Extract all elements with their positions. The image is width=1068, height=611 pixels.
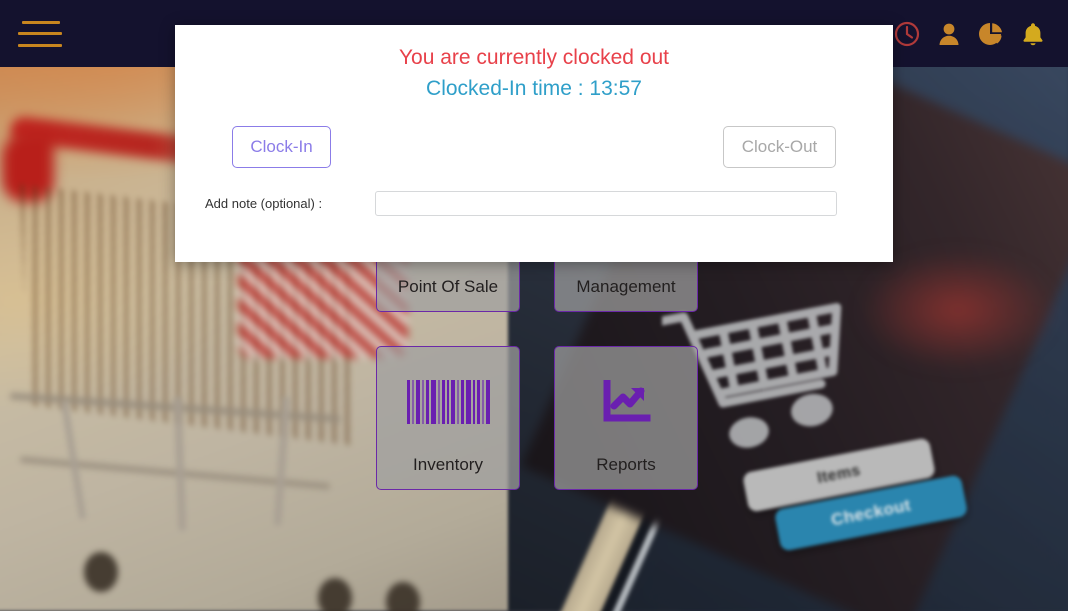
barcode-bars xyxy=(406,380,490,424)
nav-icon-group xyxy=(894,21,1046,47)
tile-label: Reports xyxy=(596,455,656,474)
clock-icon[interactable] xyxy=(894,21,920,47)
hamburger-line-1 xyxy=(22,20,60,24)
tile-inventory[interactable]: Inventory xyxy=(376,346,520,490)
app-root: Items Checkout Point Of Sale Management … xyxy=(0,0,1068,611)
note-label: Add note (optional) : xyxy=(205,196,323,212)
clocked-in-time-text: Clocked-In time : 13:57 xyxy=(426,76,642,100)
tile-label: Management xyxy=(576,277,676,296)
line-chart-up-icon xyxy=(601,373,651,431)
pie-chart-icon[interactable] xyxy=(978,21,1004,47)
hamburger-line-2 xyxy=(18,32,62,35)
clock-out-button[interactable]: Clock-Out xyxy=(723,126,836,169)
note-row: Add note (optional) : xyxy=(175,191,893,217)
barcode-icon xyxy=(406,373,490,431)
user-icon[interactable] xyxy=(936,21,962,47)
checkout-pill-label: Checkout xyxy=(829,495,913,530)
clock-button-row: Clock-In Clock-Out xyxy=(175,126,893,172)
items-pill-label: Items xyxy=(815,461,863,488)
clock-status-title: You are currently clocked out xyxy=(398,46,670,69)
clock-in-button[interactable]: Clock-In xyxy=(232,126,331,169)
background-red-glow xyxy=(858,250,1058,370)
cart-wheel-1 xyxy=(84,552,118,592)
hamburger-line-3 xyxy=(18,43,62,47)
tile-label: Inventory xyxy=(413,455,483,474)
note-input[interactable] xyxy=(375,191,837,217)
tile-label: Point Of Sale xyxy=(397,277,499,296)
clock-status-modal: You are currently clocked out Clocked-In… xyxy=(175,25,893,262)
hamburger-menu-icon[interactable] xyxy=(18,17,62,51)
cart-wheel-2 xyxy=(318,578,352,611)
bell-icon[interactable] xyxy=(1020,21,1046,47)
tile-reports[interactable]: Reports xyxy=(554,346,698,490)
